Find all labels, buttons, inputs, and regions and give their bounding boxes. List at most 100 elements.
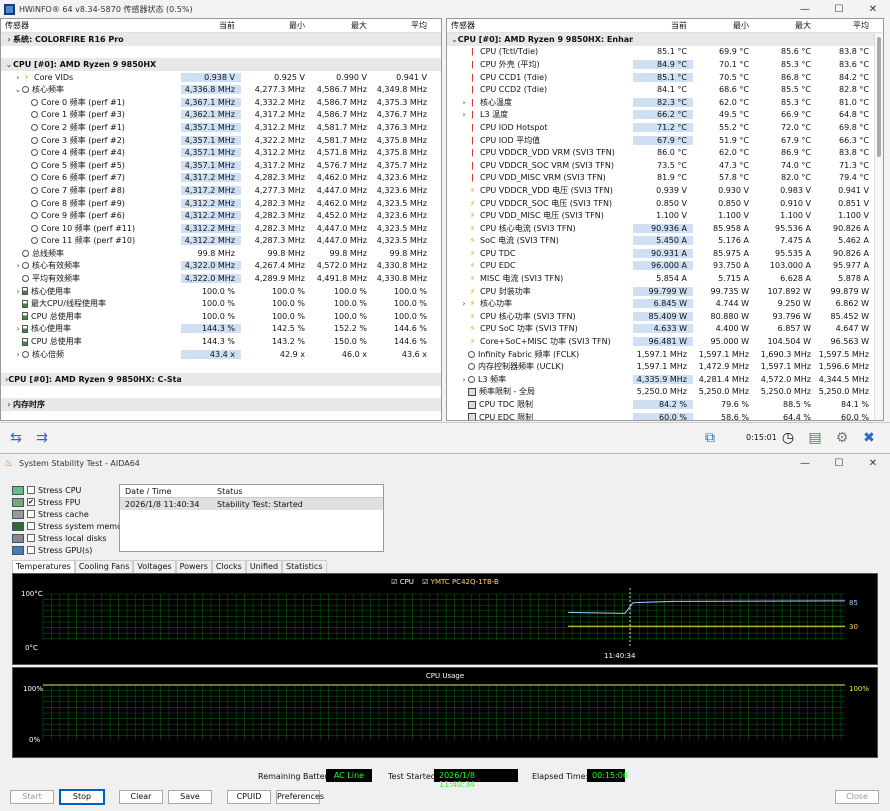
- sensor-row[interactable]: ǀ CPU VDDCR_VDD VRM (SVI3 TFN) 86.0 °C 62.0…: [447, 146, 883, 159]
- checkbox[interactable]: [27, 510, 35, 518]
- scrollbar-thumb[interactable]: [877, 37, 881, 157]
- legend-cpu-checkbox[interactable]: ☑: [391, 578, 400, 586]
- start-button[interactable]: Start: [10, 790, 54, 804]
- checkbox[interactable]: ✔: [27, 498, 35, 506]
- sensor-row[interactable]: Core 9 频率 (perf #6) 4,312.2 MHz 4,282.3 MH…: [1, 209, 441, 222]
- close-button-bottom[interactable]: Close: [835, 790, 879, 804]
- collapse-chevron-icon[interactable]: ⌄: [5, 60, 13, 69]
- sensor-row[interactable]: ǀ CPU VDD_MISC VRM (SVI3 TFN) 81.9 °C 57.8 …: [447, 172, 883, 185]
- tab-temperatures[interactable]: Temperatures: [12, 560, 75, 573]
- sensor-row[interactable]: ⚡ CPU VDDCR_VDD 电压 (SVI3 TFN) 0.939 V 0.930…: [447, 184, 883, 197]
- col-avg[interactable]: 平均: [373, 20, 433, 31]
- sensor-row[interactable]: CPU 总使用率 144.3 % 143.2 % 150.0 % 144.6 %: [1, 335, 441, 348]
- aida-titlebar[interactable]: ♨ System Stability Test - AIDA64 — ☐ ✕: [0, 454, 890, 472]
- expand-chevron-icon[interactable]: ›: [14, 73, 22, 82]
- save-button[interactable]: Save: [168, 790, 212, 804]
- sensor-row[interactable]: › 核心使用率 100.0 % 100.0 % 100.0 % 100.0 %: [1, 285, 441, 298]
- scrollbar[interactable]: [874, 33, 883, 420]
- minimize-button[interactable]: —: [788, 454, 822, 472]
- sensor-row[interactable]: ⚡ CPU 核心电流 (SVI3 TFN) 90.936 A 85.958 A 95.5…: [447, 222, 883, 235]
- col-max[interactable]: 最大: [755, 20, 817, 31]
- collapse-chevron-icon[interactable]: ⌄: [14, 85, 22, 94]
- sensor-row[interactable]: › ⚡ 核心功率 6.845 W 4.744 W 9.250 W 6.862 W: [447, 297, 883, 310]
- close-button[interactable]: ✕: [856, 0, 890, 18]
- stress-cpu-option[interactable]: Stress CPU: [12, 484, 130, 496]
- sensor-row[interactable]: ⌄ 核心频率 4,336.8 MHz 4,277.3 MHz 4,586.7 MHz 4,…: [1, 83, 441, 96]
- sensor-row[interactable]: › 核心有效频率 4,322.0 MHz 4,267.4 MHz 4,572.0 MHz…: [1, 260, 441, 273]
- sensor-row[interactable]: Infinity Fabric 频率 (FCLK) 1,597.1 MHz 1,59…: [447, 348, 883, 361]
- expand-chevron-icon[interactable]: ›: [5, 35, 13, 44]
- col-min[interactable]: 最小: [241, 20, 311, 31]
- col-sensor[interactable]: 传感器: [447, 20, 633, 31]
- close-button[interactable]: ✕: [856, 454, 890, 472]
- tab-statistics[interactable]: Statistics: [282, 560, 327, 573]
- sensor-row[interactable]: CPU EDC 限制 60.0 % 58.6 % 64.4 % 60.0 %: [447, 411, 883, 420]
- stop-button[interactable]: Stop: [59, 789, 105, 805]
- tab-clocks[interactable]: Clocks: [211, 560, 246, 573]
- sensor-group-header[interactable]: ⌄ CPU [#0]: AMD Ryzen 9 9850HX: Enhanced: [447, 33, 883, 46]
- network-icon[interactable]: ⧉: [698, 427, 722, 449]
- sensor-group-header[interactable]: ›CPU [#0]: AMD Ryzen 9 9850HX: C-State 驻…: [1, 373, 441, 386]
- sensor-row[interactable]: ⚡ CPU SoC 功率 (SVI3 TFN) 4.633 W 4.400 W 6.85…: [447, 323, 883, 336]
- expand-chevron-icon[interactable]: ›: [460, 110, 468, 119]
- sensor-row[interactable]: Core 7 频率 (perf #8) 4,317.2 MHz 4,277.3 MH…: [1, 184, 441, 197]
- preferences-button[interactable]: Preferences: [276, 790, 324, 804]
- expand-chevron-icon[interactable]: ›: [14, 261, 22, 270]
- collapse-chevron-icon[interactable]: ⌄: [451, 35, 458, 44]
- sensor-row[interactable]: CPU 总使用率 100.0 % 100.0 % 100.0 % 100.0 %: [1, 310, 441, 323]
- expand-chevron-icon[interactable]: ›: [14, 287, 22, 296]
- expand-chevron-icon[interactable]: ›: [14, 324, 22, 333]
- sensor-group-header[interactable]: ⌄ CPU [#0]: AMD Ryzen 9 9850HX: [1, 58, 441, 71]
- col-current[interactable]: 当前: [633, 20, 693, 31]
- checkbox[interactable]: [27, 534, 35, 542]
- sensor-row[interactable]: ⚡ CPU 核心功率 (SVI3 TFN) 85.409 W 80.880 W 93.7…: [447, 310, 883, 323]
- sensor-row[interactable]: ǀ CPU IOD Hotspot 71.2 °C 55.2 °C 72.0 °C 69.…: [447, 121, 883, 134]
- stress-fpu-option[interactable]: ✔ Stress FPU: [12, 496, 130, 508]
- sensor-row[interactable]: Core 0 频率 (perf #1) 4,367.1 MHz 4,332.2 MH…: [1, 96, 441, 109]
- sensor-row[interactable]: Core 4 频率 (perf #4) 4,357.1 MHz 4,312.2 MH…: [1, 146, 441, 159]
- sensor-row[interactable]: Core 10 频率 (perf #11) 4,312.2 MHz 4,282.3 …: [1, 222, 441, 235]
- sensor-row[interactable]: › ǀ L3 温度 66.2 °C 49.5 °C 66.9 °C 64.8 °C: [447, 109, 883, 122]
- sensor-row[interactable]: › ǀ 核心温度 82.3 °C 62.0 °C 85.3 °C 81.0 °C: [447, 96, 883, 109]
- col-current[interactable]: 当前: [181, 20, 241, 31]
- sensor-row[interactable]: Core 11 频率 (perf #10) 4,312.2 MHz 4,287.3 …: [1, 235, 441, 248]
- sensor-pane-left[interactable]: 传感器 当前 最小 最大 平均 › 系统: COLORFIRE R16 Pro ⌄ C…: [0, 18, 442, 421]
- sensor-row[interactable]: 内存控制器频率 (UCLK) 1,597.1 MHz 1,472.9 MHz 1,59…: [447, 360, 883, 373]
- legend-disk-checkbox[interactable]: ☑: [422, 578, 431, 586]
- sensor-row[interactable]: ǀ CPU CCD1 (Tdie) 85.1 °C 70.5 °C 86.8 °C 84.…: [447, 71, 883, 84]
- close-x-icon[interactable]: ✖: [857, 427, 881, 449]
- col-sensor[interactable]: 传感器: [1, 20, 181, 31]
- sensor-row[interactable]: Core 5 频率 (perf #5) 4,357.1 MHz 4,317.2 MH…: [1, 159, 441, 172]
- clock-icon[interactable]: ◷: [776, 427, 800, 449]
- log-row[interactable]: 2026/1/8 11:40:34 Stability Test: Started: [120, 498, 383, 510]
- nav-left-icon[interactable]: ⇆: [4, 427, 28, 449]
- col-avg[interactable]: 平均: [817, 20, 875, 31]
- sensor-row[interactable]: ⚡ CPU VDDCR_SOC 电压 (SVI3 TFN) 0.850 V 0.850…: [447, 197, 883, 210]
- stress-gpu-option[interactable]: Stress GPU(s): [12, 544, 130, 556]
- sensor-row[interactable]: ⚡ CPU TDC 90.931 A 85.975 A 95.535 A 90.826 A: [447, 247, 883, 260]
- nav-right-icon[interactable]: ⇉: [30, 427, 54, 449]
- expand-chevron-icon[interactable]: ›: [460, 375, 468, 384]
- maximize-button[interactable]: ☐: [822, 0, 856, 18]
- sensor-row[interactable]: Core 3 频率 (perf #2) 4,357.1 MHz 4,322.2 MH…: [1, 134, 441, 147]
- sensor-row[interactable]: ǀ CPU IOD 平均值 67.9 °C 51.9 °C 67.9 °C 66.3 °C: [447, 134, 883, 147]
- expand-chevron-icon[interactable]: ›: [5, 400, 13, 409]
- column-header[interactable]: 传感器 当前 最小 最大 平均: [1, 19, 441, 33]
- sensor-row[interactable]: 最大CPU/线程使用率 100.0 % 100.0 % 100.0 % 100.0 %: [1, 297, 441, 310]
- sensor-row[interactable]: ⚡ SoC 电流 (SVI3 TFN) 5.450 A 5.176 A 7.475 A 5…: [447, 235, 883, 248]
- tab-voltages[interactable]: Voltages: [133, 560, 176, 573]
- sensor-row[interactable]: ǀ CPU CCD2 (Tdie) 84.1 °C 68.6 °C 85.5 °C 82.…: [447, 83, 883, 96]
- expand-chevron-icon[interactable]: ›: [14, 350, 22, 359]
- sensor-row[interactable]: 总线频率 99.8 MHz 99.8 MHz 99.8 MHz 99.8 MHz: [1, 247, 441, 260]
- sensor-row[interactable]: ⚡ MISC 电流 (SVI3 TFN) 5.854 A 5.715 A 6.628 A…: [447, 272, 883, 285]
- column-header[interactable]: 传感器 当前 最小 最大 平均: [447, 19, 883, 33]
- sensor-row[interactable]: Core 2 频率 (perf #1) 4,357.1 MHz 4,312.2 MH…: [1, 121, 441, 134]
- sensor-group-header[interactable]: › 内存时序: [1, 398, 441, 411]
- sensor-row[interactable]: ⚡ CPU VDD_MISC 电压 (SVI3 TFN) 1.100 V 1.100 …: [447, 209, 883, 222]
- sensor-pane-right[interactable]: 传感器 当前 最小 最大 平均 ⌄ CPU [#0]: AMD Ryzen 9 9…: [446, 18, 884, 421]
- cpuid-button[interactable]: CPUID: [227, 790, 271, 804]
- sensor-row[interactable]: Core 8 频率 (perf #9) 4,312.2 MHz 4,282.3 MH…: [1, 197, 441, 210]
- minimize-button[interactable]: —: [788, 0, 822, 18]
- sensor-row[interactable]: ⚡ CPU EDC 96.000 A 93.750 A 103.000 A 95.977 …: [447, 260, 883, 273]
- tab-powers[interactable]: Powers: [175, 560, 212, 573]
